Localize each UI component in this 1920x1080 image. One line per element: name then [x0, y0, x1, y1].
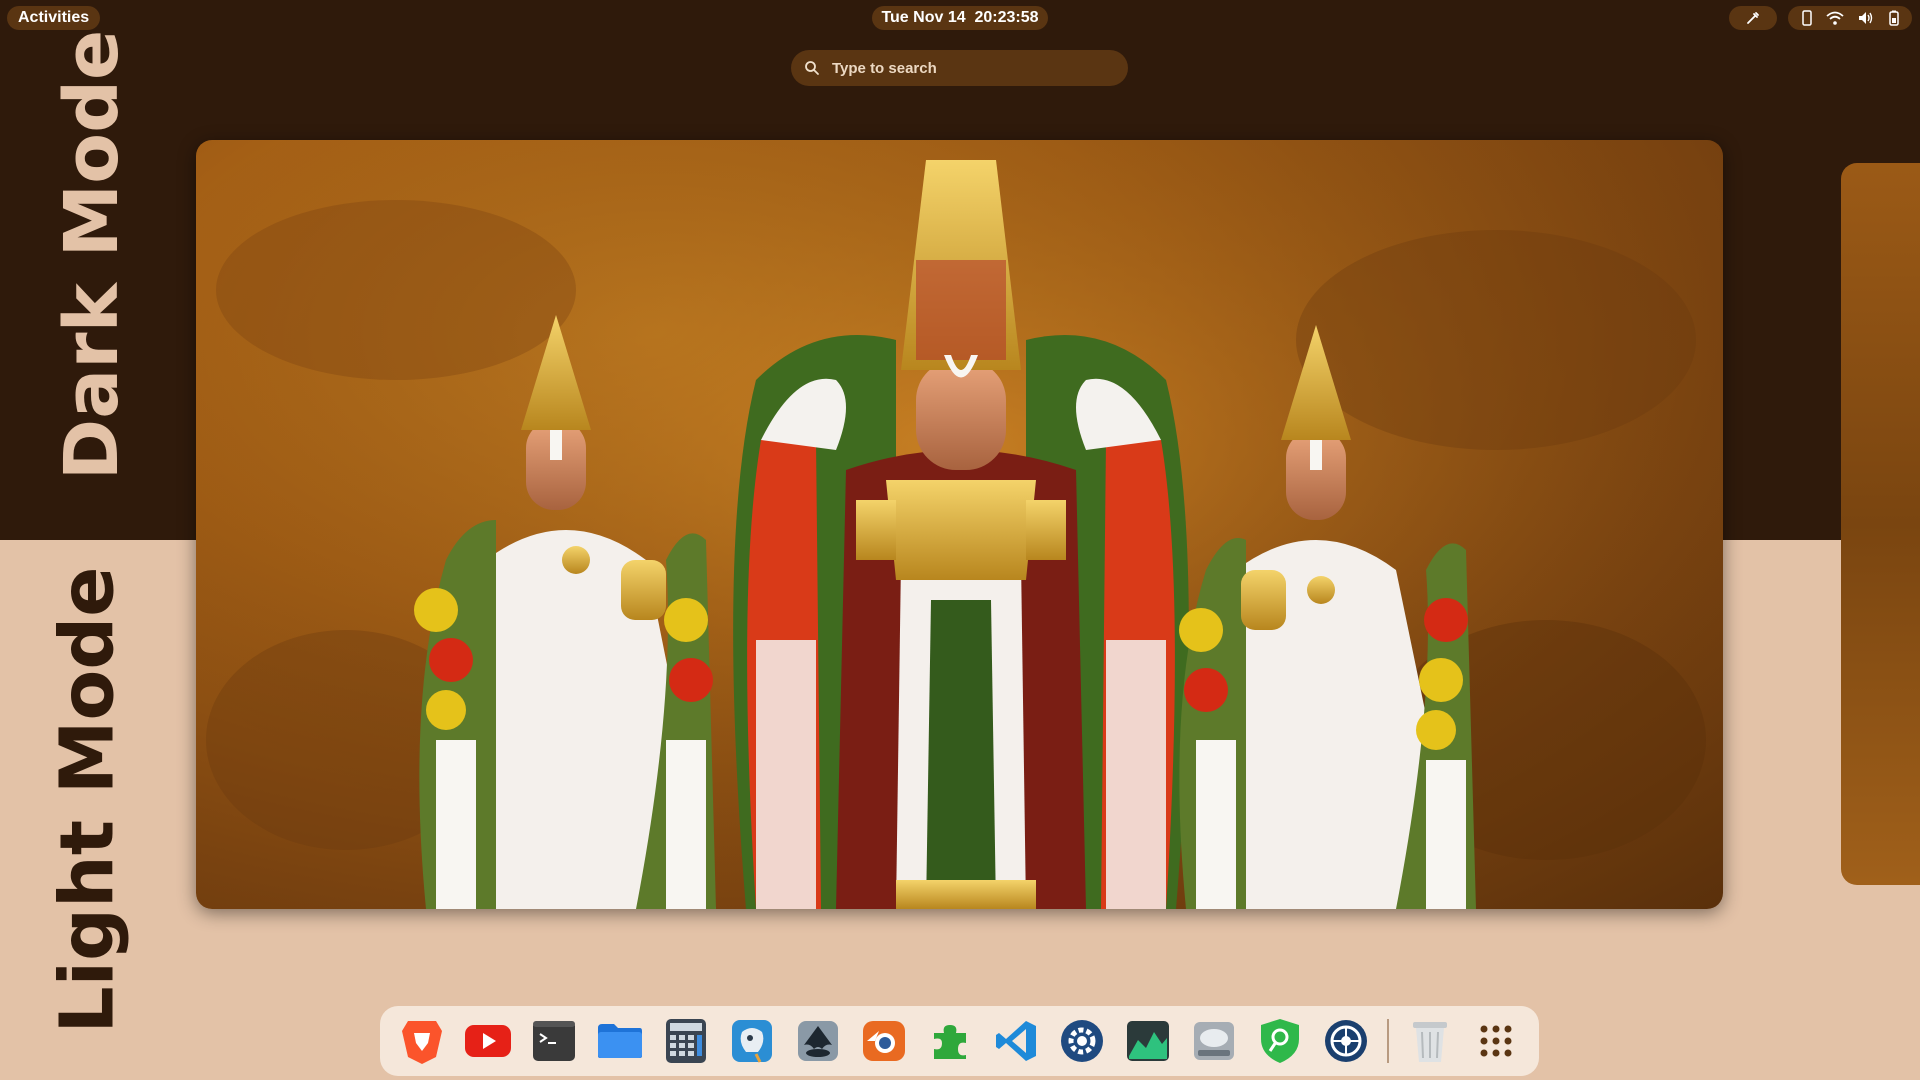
color-picker-button[interactable]	[1729, 6, 1777, 30]
search-icon	[805, 61, 819, 75]
dock-item-calculator[interactable]	[658, 1013, 714, 1069]
dock-item-disk-usage[interactable]	[1186, 1013, 1242, 1069]
security-shield-icon	[1261, 1019, 1299, 1063]
battery-icon	[1888, 10, 1899, 26]
system-monitor-icon	[1127, 1021, 1169, 1061]
dark-mode-text: Dark Mode	[49, 29, 135, 481]
dock	[380, 1006, 1539, 1076]
brave-browser-icon	[402, 1021, 442, 1064]
calculator-icon	[666, 1019, 706, 1063]
dock-item-inkscape[interactable]	[790, 1013, 846, 1069]
wallpaper-image	[196, 140, 1723, 909]
settings-icon	[1061, 1020, 1103, 1062]
dock-item-files[interactable]	[592, 1013, 648, 1069]
dock-item-security[interactable]	[1252, 1013, 1308, 1069]
wifi-icon	[1825, 11, 1844, 25]
top-bar: Activities Tue Nov 14 20:23:58	[0, 0, 1920, 36]
light-mode-text: Light Mode	[44, 566, 131, 1034]
next-workspace-thumbnail[interactable]	[1841, 163, 1920, 885]
extensions-icon	[934, 1025, 966, 1059]
clock[interactable]: Tue Nov 14 20:23:58	[872, 6, 1048, 30]
terminal-icon	[533, 1021, 575, 1061]
dark-mode-label: Dark Mode	[49, 30, 135, 480]
dock-item-terminal[interactable]	[526, 1013, 582, 1069]
dock-item-gimp[interactable]	[724, 1013, 780, 1069]
dock-item-settings[interactable]	[1054, 1013, 1110, 1069]
vscode-icon	[996, 1021, 1036, 1061]
phone-icon	[1801, 10, 1812, 26]
dock-item-brave[interactable]	[394, 1013, 450, 1069]
volume-icon	[1858, 12, 1872, 24]
dock-item-blender[interactable]	[856, 1013, 912, 1069]
color-picker-icon	[1747, 12, 1759, 24]
trash-icon	[1413, 1022, 1447, 1062]
files-icon	[598, 1024, 642, 1058]
dock-separator	[1387, 1019, 1389, 1063]
gimp-icon	[732, 1020, 772, 1063]
dock-item-extensions[interactable]	[922, 1013, 978, 1069]
blender-icon	[863, 1021, 905, 1061]
dock-item-youtube[interactable]	[460, 1013, 516, 1069]
app-grid-icon	[1480, 1025, 1512, 1057]
disk-usage-icon	[1194, 1022, 1234, 1060]
dock-item-app-grid[interactable]	[1468, 1013, 1524, 1069]
system-status-menu[interactable]	[1788, 6, 1912, 30]
search-bar[interactable]	[791, 50, 1128, 86]
activities-button[interactable]: Activities	[7, 6, 101, 30]
light-mode-label: Light Mode	[44, 567, 130, 1034]
workspace-thumbnail[interactable]	[196, 140, 1723, 909]
youtube-icon	[465, 1025, 511, 1057]
inkscape-icon	[798, 1021, 838, 1061]
dock-item-system-monitor[interactable]	[1120, 1013, 1176, 1069]
dock-item-preferences[interactable]	[1318, 1013, 1374, 1069]
search-input[interactable]	[830, 58, 1104, 78]
preferences-icon	[1325, 1020, 1367, 1062]
dock-item-trash[interactable]	[1402, 1013, 1458, 1069]
dock-item-vscode[interactable]	[988, 1013, 1044, 1069]
